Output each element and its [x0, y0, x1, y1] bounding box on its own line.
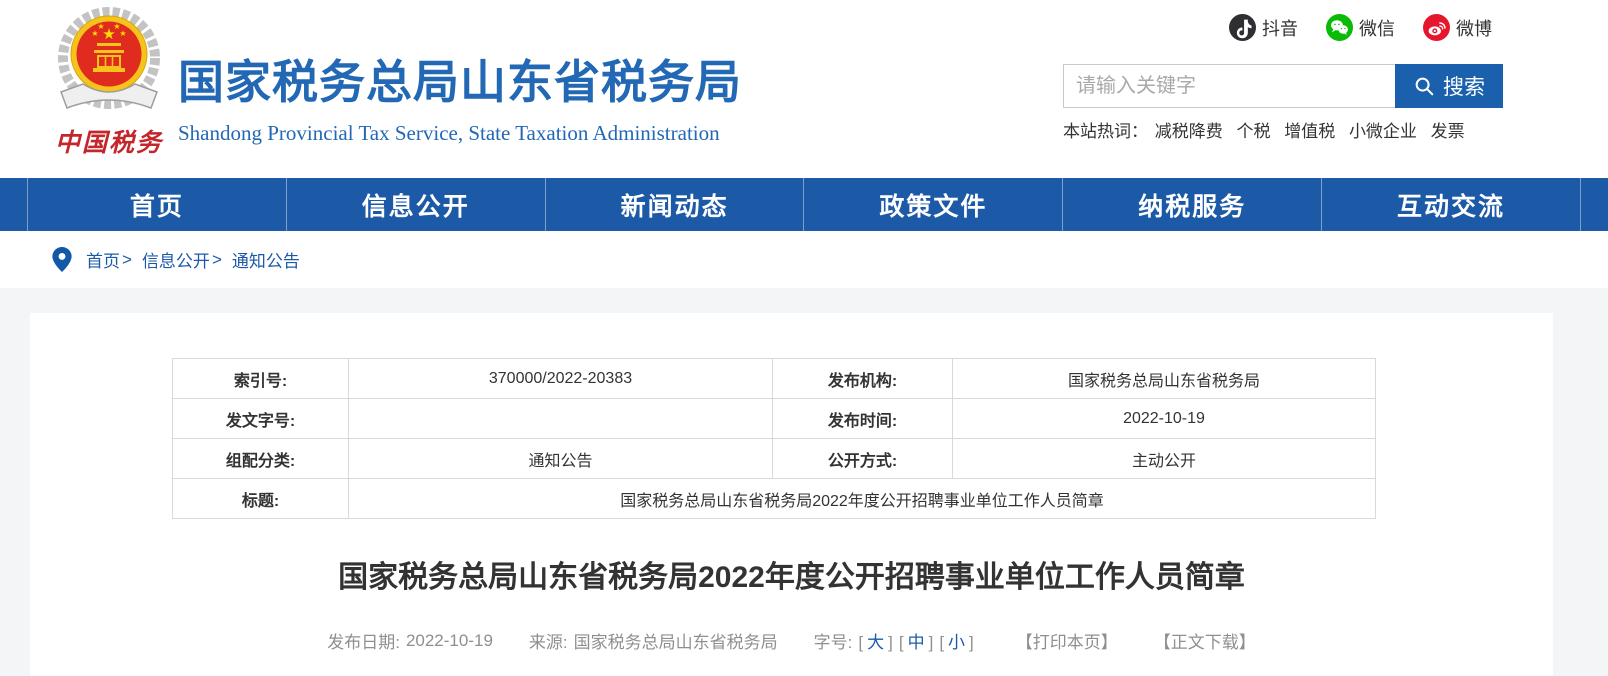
search-bar: 搜索: [1063, 64, 1503, 108]
breadcrumb-band: 首页 > 信息公开 > 通知公告: [0, 231, 1608, 288]
site-subtitle: Shandong Provincial Tax Service, State T…: [178, 121, 720, 145]
search-button[interactable]: 搜索: [1395, 64, 1503, 108]
bracket: [: [939, 633, 945, 652]
douyin-label: 抖音: [1262, 18, 1298, 39]
category-value: 通知公告: [348, 438, 773, 479]
weibo-icon: [1423, 14, 1450, 41]
font-size-medium-label: 中: [907, 633, 925, 652]
hotword-link[interactable]: 减税降费: [1155, 122, 1223, 141]
font-size-group: 字号: [大] [中] [小]: [814, 628, 980, 653]
category-label: 组配分类:: [172, 438, 349, 479]
breadcrumb-separator: >: [122, 249, 132, 269]
breadcrumb: 首页 > 信息公开 > 通知公告: [52, 247, 300, 272]
content-panel: 索引号: 370000/2022-20383 发布机构: 国家税务总局山东省税务…: [30, 313, 1553, 676]
nav-item-info-disclosure[interactable]: 信息公开: [285, 178, 545, 231]
publish-time-label: 发布时间:: [772, 398, 953, 439]
svg-text:★: ★: [97, 22, 104, 31]
wechat-label: 微信: [1359, 18, 1395, 39]
source-group: 来源: 国家税务总局山东省税务局: [529, 628, 778, 653]
bracket: [: [898, 633, 904, 652]
index-number-value: 370000/2022-20383: [348, 358, 773, 399]
weibo-label: 微博: [1456, 18, 1492, 39]
weibo-link[interactable]: 微博: [1423, 14, 1492, 41]
bracket: [: [858, 633, 864, 652]
table-row: 组配分类: 通知公告 公开方式: 主动公开: [172, 438, 1376, 479]
source-label: 来源:: [528, 633, 568, 652]
douyin-link[interactable]: 抖音: [1229, 14, 1298, 41]
nav-item-tax-services[interactable]: 纳税服务: [1062, 178, 1321, 231]
bracket: ]: [888, 633, 893, 652]
font-size-large-button[interactable]: [大]: [858, 628, 892, 653]
douyin-icon: [1229, 14, 1256, 41]
document-number-value: [348, 398, 773, 439]
social-links: 抖音 微信 微博: [1229, 14, 1492, 41]
search-button-label: 搜索: [1443, 76, 1485, 99]
disclosure-method-value: 主动公开: [952, 438, 1376, 479]
font-size-label: 字号:: [813, 633, 853, 652]
font-size-small-button[interactable]: [小]: [939, 628, 973, 653]
hotword-link[interactable]: 小微企业: [1349, 122, 1417, 141]
tax-emblem-icon: ★ ★ ★ ★ ★: [58, 7, 160, 109]
source-value: 国家税务总局山东省税务局: [573, 633, 778, 652]
search-input[interactable]: [1063, 64, 1395, 108]
publish-date-value: 2022-10-19: [405, 630, 493, 650]
document-info-table: 索引号: 370000/2022-20383 发布机构: 国家税务总局山东省税务…: [172, 358, 1376, 519]
nav-item-home[interactable]: 首页: [27, 178, 286, 231]
breadcrumb-notices[interactable]: 通知公告: [232, 247, 300, 272]
wechat-link[interactable]: 微信: [1326, 14, 1395, 41]
font-size-small-label: 小: [948, 633, 966, 652]
publishing-authority-value: 国家税务总局山东省税务局: [952, 358, 1376, 399]
publishing-authority-label: 发布机构:: [772, 358, 953, 399]
breadcrumb-home[interactable]: 首页: [86, 247, 120, 272]
publish-date-label: 发布日期:: [327, 633, 400, 652]
svg-text:★: ★: [119, 29, 126, 38]
hotword-link[interactable]: 个税: [1236, 122, 1270, 141]
nav-item-policy-documents[interactable]: 政策文件: [803, 178, 1062, 231]
title-label: 标题:: [172, 478, 349, 519]
site-header: ★ ★ ★ ★ ★ 中国税务 国家税务总局山东省税务局 Shandong Pro…: [0, 0, 1608, 178]
hotword-link[interactable]: 增值税: [1284, 122, 1335, 141]
logo-caption: 中国税务: [54, 128, 163, 157]
index-number-label: 索引号:: [172, 358, 349, 399]
search-icon: [1415, 77, 1434, 96]
article-meta: 发布日期: 2022-10-19 来源: 国家税务总局山东省税务局 字号: [大…: [30, 628, 1553, 653]
hotword-link[interactable]: 发票: [1431, 122, 1465, 141]
breadcrumb-info-disclosure[interactable]: 信息公开: [142, 247, 210, 272]
title-value: 国家税务总局山东省税务局2022年度公开招聘事业单位工作人员简章: [348, 478, 1376, 519]
article-title: 国家税务总局山东省税务局2022年度公开招聘事业单位工作人员简章: [338, 561, 1245, 594]
table-row: 标题: 国家税务总局山东省税务局2022年度公开招聘事业单位工作人员简章: [172, 478, 1376, 519]
table-row: 发文字号: 发布时间: 2022-10-19: [172, 398, 1376, 439]
wechat-icon: [1326, 14, 1353, 41]
font-size-medium-button[interactable]: [中]: [899, 628, 933, 653]
publish-date-group: 发布日期: 2022-10-19: [327, 628, 493, 653]
nav-item-interaction[interactable]: 互动交流: [1321, 178, 1581, 231]
site-title: 国家税务总局山东省税务局: [178, 56, 742, 108]
hotwords-row: 本站热词： 减税降费 个税 增值税 小微企业 发票: [1063, 117, 1474, 142]
breadcrumb-separator: >: [211, 249, 222, 269]
document-number-label: 发文字号:: [172, 398, 349, 439]
font-size-large-label: 大: [867, 633, 885, 652]
bracket: ]: [969, 633, 974, 652]
print-page-button[interactable]: 【打印本页】: [1016, 628, 1118, 653]
site-logo[interactable]: ★ ★ ★ ★ ★ 中国税务: [42, 6, 176, 159]
site-brand: 国家税务总局山东省税务局 Shandong Provincial Tax Ser…: [178, 46, 742, 146]
publish-time-value: 2022-10-19: [952, 398, 1376, 439]
disclosure-method-label: 公开方式:: [772, 438, 953, 479]
table-row: 索引号: 370000/2022-20383 发布机构: 国家税务总局山东省税务…: [172, 358, 1376, 399]
download-text-button[interactable]: 【正文下载】: [1154, 628, 1256, 653]
main-nav: 首页 信息公开 新闻动态 政策文件 纳税服务 互动交流: [0, 178, 1608, 231]
location-pin-icon: [52, 247, 72, 272]
nav-item-news[interactable]: 新闻动态: [544, 178, 804, 231]
bracket: ]: [928, 633, 934, 652]
hotwords-label: 本站热词：: [1063, 122, 1148, 141]
